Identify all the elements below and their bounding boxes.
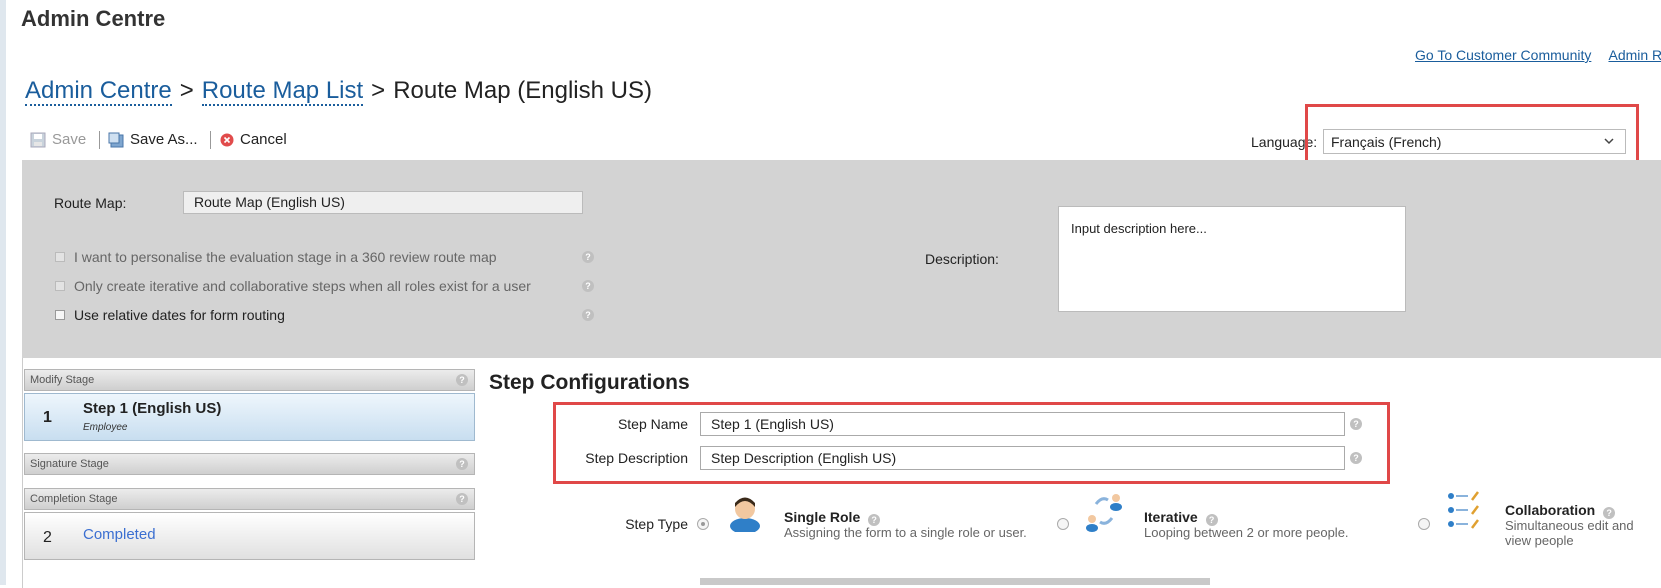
description-field[interactable]: Input description here...	[1058, 206, 1406, 312]
single-role-person-icon	[730, 497, 760, 532]
help-icon[interactable]: ?	[456, 493, 468, 505]
signature-stage-header: Signature Stage ?	[24, 453, 475, 475]
top-links: Go To Customer Community Admin R	[1415, 47, 1661, 63]
single-role-title: Single Role ?	[784, 509, 881, 526]
stage-number: 2	[43, 529, 52, 546]
breadcrumb-route-map-list[interactable]: Route Map List	[201, 77, 364, 106]
step-type-label: Step Type	[625, 516, 688, 532]
option-label: I want to personalise the evaluation sta…	[74, 249, 497, 265]
stage-role: Employee	[83, 422, 128, 433]
iterative-people-icon	[1086, 494, 1122, 532]
save-icon	[30, 132, 46, 147]
route-map-name-field[interactable]: Route Map (English US)	[183, 191, 583, 214]
stage-number: 1	[43, 409, 52, 426]
option-relative-dates[interactable]: Use relative dates for form routing	[55, 307, 285, 323]
cancel-button[interactable]: Cancel	[220, 131, 287, 148]
description-label: Description:	[925, 251, 999, 267]
toolbar-divider	[210, 131, 211, 149]
option-label: Only create iterative and collaborative …	[74, 278, 531, 294]
stage-header-label: Signature Stage	[30, 458, 109, 470]
breadcrumb-separator: >	[179, 77, 194, 104]
iterative-desc: Looping between 2 or more people.	[1144, 525, 1349, 540]
help-icon[interactable]: ?	[456, 458, 468, 470]
collaboration-desc: Simultaneous edit and view people	[1505, 518, 1634, 548]
stage-header-label: Modify Stage	[30, 374, 95, 386]
breadcrumb-admin-centre[interactable]: Admin Centre	[25, 77, 172, 106]
step-fields-highlight-box	[553, 402, 1390, 484]
help-icon[interactable]: ?	[582, 309, 594, 321]
breadcrumb: Admin Centre > Route Map List > Route Map (E…	[25, 77, 652, 106]
help-icon[interactable]: ?	[582, 251, 594, 263]
breadcrumb-current: Route Map (English US)	[393, 77, 652, 104]
save-as-button[interactable]: Save As...	[108, 131, 198, 148]
stage-step-2[interactable]: 2 Completed	[24, 512, 475, 560]
collaboration-icon	[1448, 491, 1479, 529]
iterative-title: Iterative ?	[1144, 509, 1218, 526]
save-as-icon	[108, 132, 124, 147]
left-edge-bar	[0, 0, 6, 585]
step-configurations-title: Step Configurations	[489, 371, 690, 394]
help-icon[interactable]: ?	[456, 374, 468, 386]
single-role-radio[interactable]	[697, 518, 709, 530]
stage-name: Step 1 (English US)	[83, 400, 222, 417]
admin-resources-link[interactable]: Admin R	[1608, 47, 1661, 63]
route-map-label: Route Map:	[54, 195, 127, 211]
collaboration-radio[interactable]	[1418, 518, 1430, 530]
help-icon[interactable]: ?	[582, 280, 594, 292]
stage-step-1[interactable]: 1 Step 1 (English US) Employee	[24, 393, 475, 441]
stage-header-label: Completion Stage	[30, 493, 118, 505]
customer-community-link[interactable]: Go To Customer Community	[1415, 47, 1591, 63]
toolbar-divider	[99, 131, 100, 149]
checkbox[interactable]	[55, 281, 65, 291]
breadcrumb-separator: >	[371, 77, 386, 104]
single-role-desc: Assigning the form to a single role or u…	[784, 525, 1027, 540]
checkbox[interactable]	[55, 310, 65, 320]
checkbox[interactable]	[55, 252, 65, 262]
save-label: Save	[52, 131, 87, 148]
cancel-icon	[220, 133, 234, 146]
collaboration-title: Collaboration ?	[1505, 502, 1616, 519]
stage-name: Completed	[83, 526, 156, 543]
cancel-label: Cancel	[240, 131, 287, 148]
save-button[interactable]: Save	[30, 131, 86, 148]
option-label: Use relative dates for form routing	[74, 307, 285, 323]
option-personalise-360[interactable]: I want to personalise the evaluation sta…	[55, 249, 497, 265]
completion-stage-header: Completion Stage ?	[24, 488, 475, 510]
app-title: Admin Centre	[21, 6, 166, 31]
option-iterative-collab[interactable]: Only create iterative and collaborative …	[55, 278, 531, 294]
save-as-label: Save As...	[130, 131, 198, 148]
iterative-radio[interactable]	[1057, 518, 1069, 530]
modify-stage-header: Modify Stage ?	[24, 369, 475, 391]
bottom-scroll-bar	[700, 578, 1210, 585]
